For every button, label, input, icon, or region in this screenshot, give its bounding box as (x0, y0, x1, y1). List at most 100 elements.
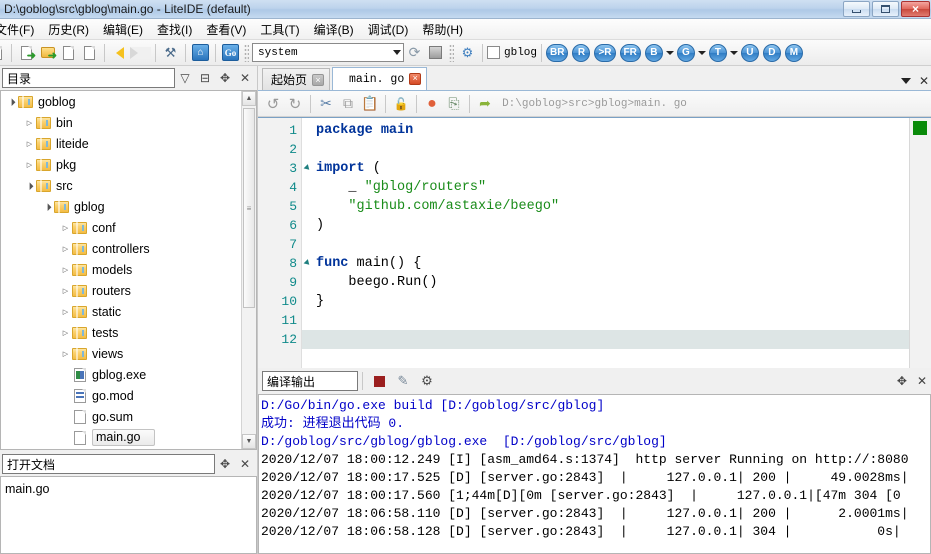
tree-item-goblog[interactable]: ◢ goblog (1, 91, 256, 112)
open-documents-combo[interactable]: 打开文档 (2, 454, 215, 474)
lock-button[interactable]: 🔓 (390, 93, 412, 115)
toolbar-build-run-button[interactable]: BR (546, 43, 569, 62)
toolbar-grip[interactable] (449, 43, 454, 62)
output-clear-button[interactable]: ✎ (391, 370, 415, 392)
scroll-up-icon[interactable]: ▲ (242, 91, 256, 106)
toolbar-grip[interactable] (244, 43, 249, 62)
chevron-right-icon[interactable]: ▷ (59, 308, 72, 316)
tree-item-go-mod[interactable]: go.mod (1, 385, 256, 406)
minimize-button[interactable] (843, 1, 870, 17)
tree-item-main-go[interactable]: main.go (1, 427, 256, 448)
open-file-button[interactable]: ➜ (16, 42, 37, 63)
menu-build[interactable]: 编译(B) (307, 19, 361, 39)
code-line[interactable]: func main() { (302, 254, 931, 273)
collapse-icon[interactable]: ⊟ (195, 68, 215, 88)
locate-icon[interactable]: ✥ (897, 374, 907, 388)
menu-find[interactable]: 查找(I) (150, 19, 199, 39)
toolbar-goget-button[interactable]: G (676, 43, 695, 62)
options-button[interactable]: ⚒ (160, 42, 181, 63)
tab-list-chevron-icon[interactable] (900, 78, 911, 84)
home-button[interactable]: ⌂ (190, 42, 211, 63)
filter-icon[interactable]: ▽ (175, 68, 195, 88)
toolbar-doc-button[interactable]: D (762, 43, 781, 62)
chevron-right-icon[interactable]: ▷ (23, 119, 36, 127)
code-editor[interactable]: 1 2 3 4 5 6 7 8 9 10 11 12 package main import ( _ … (258, 117, 931, 368)
maximize-button[interactable] (872, 1, 899, 17)
tab-start-page-close-icon[interactable]: × (312, 73, 325, 86)
chevron-right-icon[interactable]: ▷ (59, 329, 72, 337)
build-config-button[interactable]: ⚙ (457, 42, 478, 63)
chevron-right-icon[interactable]: ▷ (59, 287, 72, 295)
save-file-button[interactable] (58, 42, 79, 63)
bookmark-button[interactable]: ● (421, 93, 443, 115)
sidebar-view-combo[interactable]: 目录 (2, 68, 175, 88)
chevron-down-icon[interactable]: ◢ (40, 199, 55, 214)
tree-item-pkg[interactable]: ▷ pkg (1, 154, 256, 175)
tree-item-static[interactable]: ▷ static (1, 301, 256, 322)
tree-item-models[interactable]: ▷ models (1, 259, 256, 280)
tree-item-conf[interactable]: ▷ conf (1, 217, 256, 238)
tree-item-gblog[interactable]: ◢ gblog (1, 196, 256, 217)
code-line[interactable] (302, 140, 931, 159)
close-icon[interactable]: ✕ (235, 454, 255, 474)
tab-main-go-close-icon[interactable]: × (409, 73, 422, 85)
close-icon[interactable]: ✕ (917, 374, 927, 388)
code-line[interactable] (302, 311, 931, 330)
menu-tools[interactable]: 工具(T) (253, 19, 306, 39)
tab-start-page[interactable]: 起始页 × (262, 68, 331, 90)
output-console[interactable]: D:/Go/bin/go.exe build [D:/goblog/src/gb… (258, 394, 931, 554)
paste-button[interactable]: 📋 (359, 93, 381, 115)
goget-menu-chevron-icon[interactable] (697, 50, 706, 55)
toolbar-update-button[interactable]: U (740, 43, 759, 62)
toolbar-test-button[interactable]: T (708, 43, 727, 62)
undo-button[interactable]: ↺ (262, 93, 284, 115)
code-line[interactable] (302, 330, 909, 349)
menu-history[interactable]: 历史(R) (41, 19, 96, 39)
output-stop-button[interactable] (367, 370, 391, 392)
copy-button[interactable]: ⧉ (337, 93, 359, 115)
code-line[interactable]: "github.com/astaxie/beego" (302, 197, 931, 216)
toolbar-run-file-button[interactable]: >R (594, 43, 616, 62)
locate-icon[interactable]: ✥ (215, 454, 235, 474)
tab-main-go[interactable]: main. go × (332, 67, 428, 90)
menu-view[interactable]: 查看(V) (199, 19, 253, 39)
toolbar-make-button[interactable]: M (784, 43, 803, 62)
tree-item-views[interactable]: ▷ views (1, 343, 256, 364)
editor-marker-bar[interactable] (909, 118, 931, 368)
tree-item-gblog-exe[interactable]: gblog.exe (1, 364, 256, 385)
project-checkbox[interactable] (487, 46, 500, 59)
tree-item-controllers[interactable]: ▷ controllers (1, 238, 256, 259)
code-line[interactable]: ) (302, 216, 931, 235)
scroll-down-icon[interactable]: ▼ (242, 434, 256, 449)
chevron-right-icon[interactable]: ▷ (59, 224, 72, 232)
chevron-right-icon[interactable]: ▷ (23, 161, 36, 169)
toolbar-file-run-button[interactable]: FR (619, 43, 641, 62)
menu-debug[interactable]: 调试(D) (361, 19, 416, 39)
open-documents-list[interactable]: main.go (0, 476, 257, 554)
tree-item-routers[interactable]: ▷ routers (1, 280, 256, 301)
new-file-button[interactable] (0, 42, 7, 63)
code-line[interactable]: } (302, 292, 931, 311)
environment-combo[interactable]: system (252, 43, 404, 62)
chevron-right-icon[interactable]: ▷ (59, 266, 72, 274)
tree-item-src[interactable]: ◢ src (1, 175, 256, 196)
menu-file[interactable]: 文件(F) (0, 19, 41, 39)
chevron-right-icon[interactable]: ▷ (23, 140, 36, 148)
chevron-right-icon[interactable]: ▷ (59, 245, 72, 253)
nav-back-button[interactable] (109, 42, 130, 63)
chevron-down-icon[interactable]: ◢ (4, 94, 19, 109)
file-tree[interactable]: ◢ goblog ▷ bin ▷ liteide ▷ pkg ◢ src ◢ gblog ▷ conf ▷ c… (0, 90, 257, 450)
test-menu-chevron-icon[interactable] (729, 50, 738, 55)
code-line[interactable]: package main (302, 121, 931, 140)
menu-help[interactable]: 帮助(H) (415, 19, 470, 39)
close-icon[interactable]: ✕ (235, 68, 255, 88)
list-item[interactable]: main.go (1, 479, 256, 498)
open-folder-button[interactable]: ➜ (37, 42, 58, 63)
nav-forward-button[interactable] (130, 42, 151, 63)
goto-button[interactable]: ➦ (474, 93, 496, 115)
code-line[interactable] (302, 235, 931, 254)
toolbar-run-button[interactable]: R (572, 43, 591, 62)
save-all-button[interactable] (79, 42, 100, 63)
tree-item-tests[interactable]: ▷ tests (1, 322, 256, 343)
wrap-button[interactable]: ⎘ (443, 93, 465, 115)
